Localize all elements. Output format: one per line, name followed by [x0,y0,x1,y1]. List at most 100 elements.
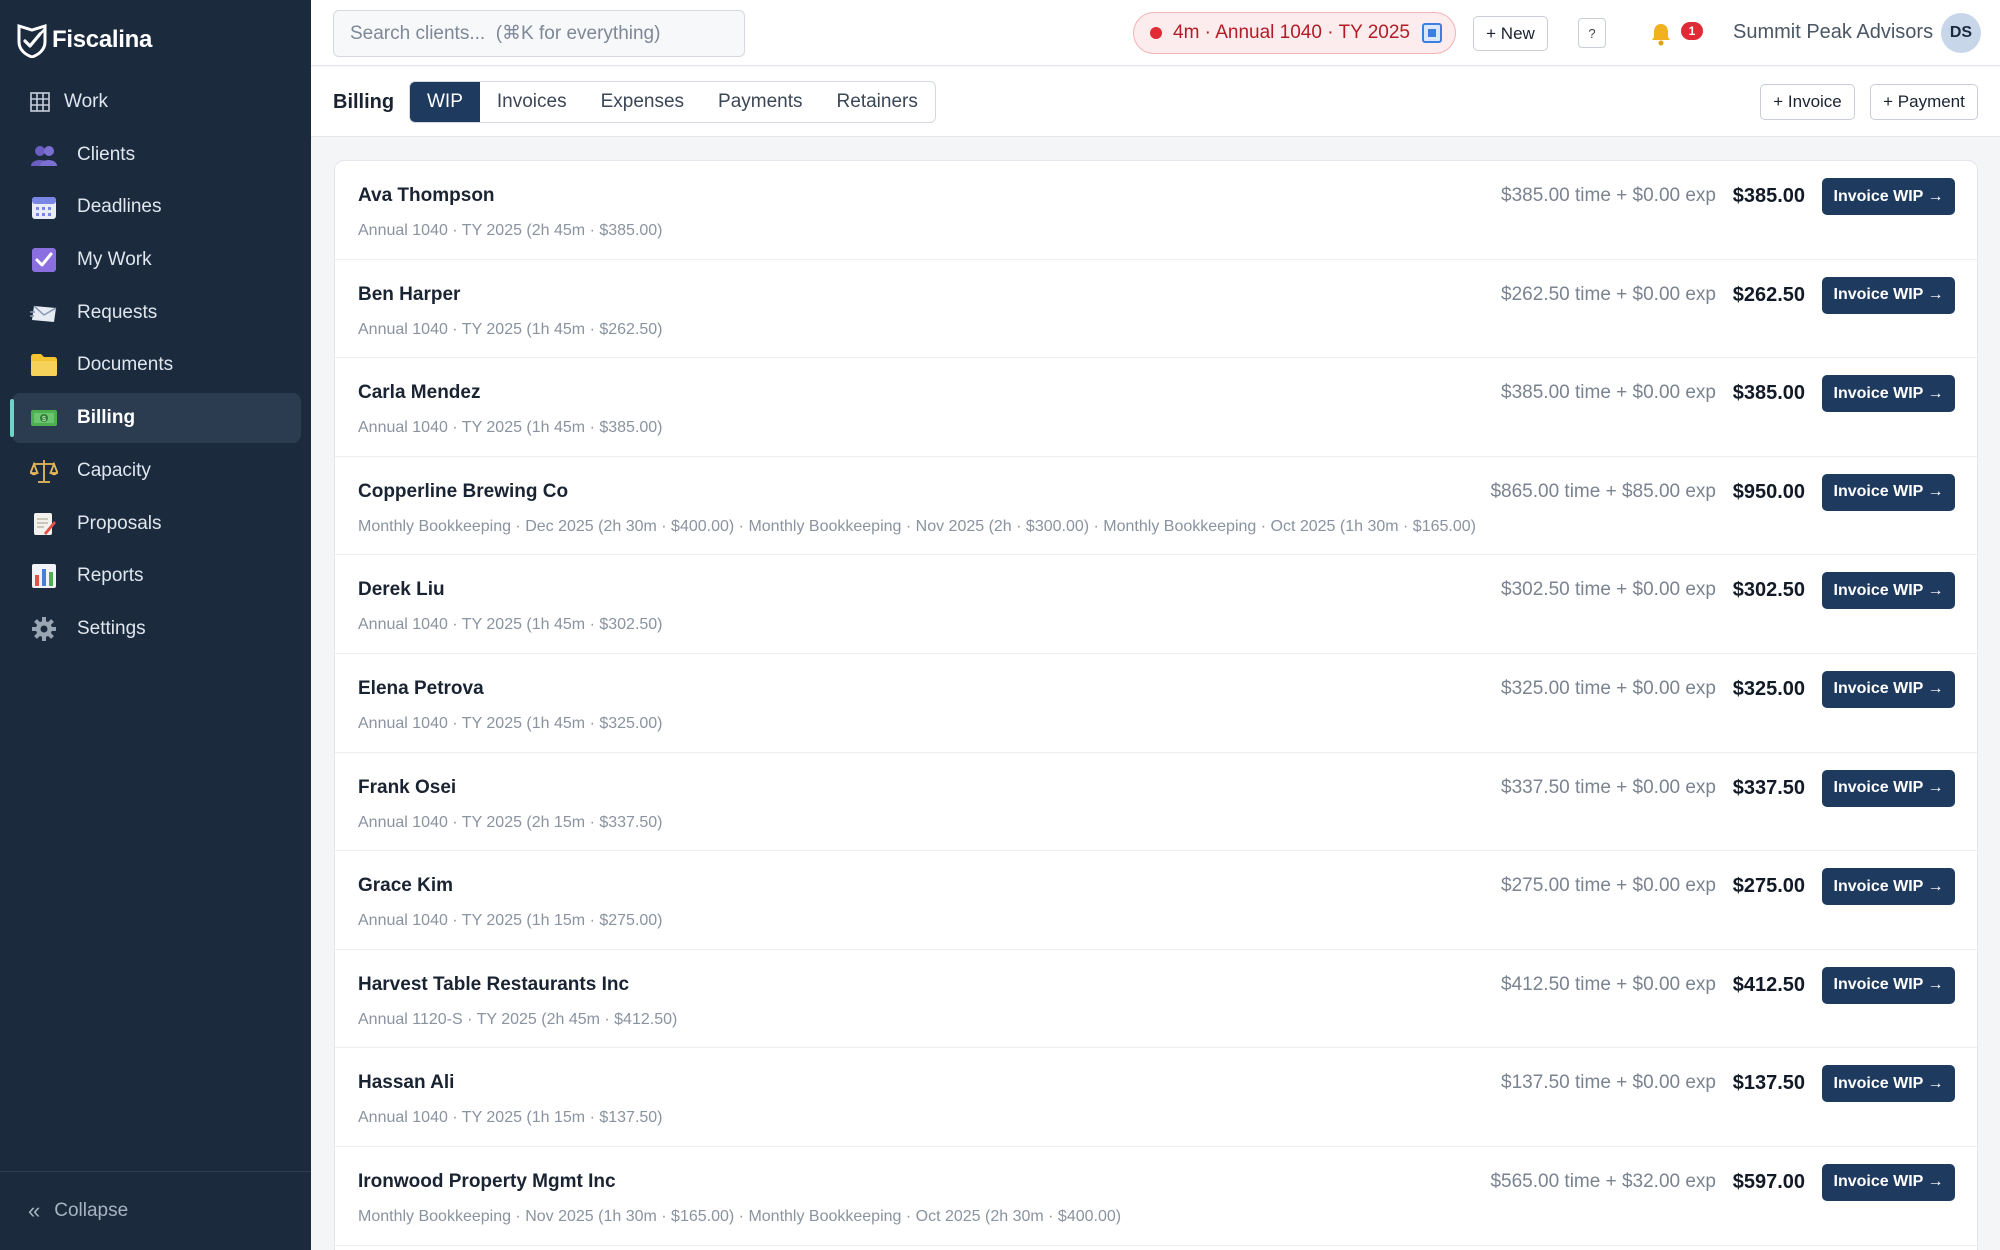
wip-total: $262.50 [1732,283,1805,306]
wip-breakdown: $302.50 time + $0.00 exp [1501,579,1716,601]
sidebar-item-label: Proposals [77,512,162,534]
bell-icon[interactable] [1650,22,1672,46]
wip-detail: Annual 1040 · TY 2025 (2h 15m · $337.50) [358,813,663,831]
invoice-wip-button[interactable]: Invoice WIP → [1822,1163,1955,1201]
client-name[interactable]: Derek Liu [358,579,445,601]
brand[interactable]: Fiscalina [16,20,152,60]
wip-total: $325.00 [1732,677,1805,700]
wip-breakdown: $337.50 time + $0.00 exp [1501,776,1716,798]
list-item: Derek Liu Annual 1040 · TY 2025 (1h 45m … [335,555,1977,654]
wip-breakdown: $262.50 time + $0.00 exp [1501,283,1716,305]
tab-payments[interactable]: Payments [701,82,819,122]
client-name[interactable]: Copperline Brewing Co [358,481,568,503]
wip-total: $385.00 [1732,185,1805,207]
list-item: Ironwood Property Mgmt Inc Monthly Bookk… [335,1147,1977,1246]
sidebar-item-billing[interactable]: $ Billing [10,393,301,444]
wip-breakdown: $275.00 time + $0.00 exp [1501,875,1716,897]
sidebar-item-label: Settings [77,617,146,639]
add-payment-button[interactable]: + Payment [1870,84,1978,120]
sidebar-item-label: Reports [77,565,144,587]
sidebar-nav: Work Clients Deadlines My Work Requests [0,77,311,657]
wip-total: $412.50 [1732,973,1805,996]
client-name[interactable]: Ben Harper [358,284,460,306]
wip-total: $302.50 [1732,579,1805,602]
tab-retainers[interactable]: Retainers [820,82,935,122]
logo-icon [17,23,47,58]
sidebar-item-my-work[interactable]: My Work [12,235,301,285]
invoice-wip-button[interactable]: Invoice WIP → [1822,670,1955,708]
sidebar-item-proposals[interactable]: Proposals [12,499,301,549]
wip-detail: Annual 1040 · TY 2025 (1h 15m · $137.50) [358,1109,663,1127]
tab-expenses[interactable]: Expenses [584,82,701,122]
wip-list: Ava Thompson Annual 1040 · TY 2025 (2h 4… [334,160,1978,1250]
wip-breakdown: $137.50 time + $0.00 exp [1501,1072,1716,1094]
invoice-wip-button[interactable]: Invoice WIP → [1822,1065,1955,1103]
list-item: Frank Osei Annual 1040 · TY 2025 (2h 15m… [335,753,1977,852]
invoice-wip-button[interactable]: Invoice WIP → [1822,769,1955,807]
wip-breakdown: $565.00 time + $32.00 exp [1490,1170,1716,1192]
wip-total: $137.50 [1732,1072,1805,1095]
sidebar: Fiscalina Work Clients Deadlines My Work [0,0,311,1250]
sidebar-item-label: Deadlines [77,196,162,218]
sidebar-item-clients[interactable]: Clients [12,130,301,180]
client-name[interactable]: Harvest Table Restaurants Inc [358,974,629,996]
new-button[interactable]: + New [1473,16,1548,51]
money-icon: $ [30,404,58,432]
sidebar-item-label: Billing [77,407,136,429]
add-invoice-button[interactable]: + Invoice [1760,84,1855,120]
wip-breakdown: $385.00 time + $0.00 exp [1501,185,1716,206]
wip-total: $385.00 [1732,382,1805,405]
wip-detail: Annual 1040 · TY 2025 (1h 45m · $385.00) [358,419,663,437]
sidebar-item-work[interactable]: Work [12,77,301,127]
wip-detail: Annual 1040 · TY 2025 (1h 45m · $325.00) [358,714,663,732]
sidebar-item-label: My Work [77,249,152,271]
scales-icon [30,457,58,485]
wip-detail: Annual 1040 · TY 2025 (1h 15m · $275.00) [358,912,663,930]
organization-name[interactable]: Summit Peak Advisors [1733,21,1933,44]
search-input[interactable] [333,10,745,57]
wip-breakdown: $385.00 time + $0.00 exp [1501,382,1716,404]
avatar[interactable]: DS [1941,13,1981,53]
gear-icon [30,615,58,643]
tab-wip[interactable]: WIP [410,82,480,122]
invoice-wip-button[interactable]: Invoice WIP → [1822,966,1955,1004]
sidebar-item-label: Requests [77,301,158,323]
sidebar-item-deadlines[interactable]: Deadlines [12,182,301,232]
billing-toolbar: Billing WIP Invoices Expenses Payments R… [311,67,2000,137]
client-name[interactable]: Grace Kim [358,875,453,897]
wip-detail: Annual 1040 · TY 2025 (1h 45m · $302.50) [358,616,663,634]
people-icon [30,141,58,169]
tab-invoices[interactable]: Invoices [480,82,584,122]
wip-detail: Monthly Bookkeeping · Nov 2025 (1h 30m ·… [358,1207,1122,1225]
invoice-wip-button[interactable]: Invoice WIP → [1822,572,1955,610]
client-name[interactable]: Hassan Ali [358,1072,454,1094]
active-timer[interactable]: 4m · Annual 1040 · TY 2025 [1133,12,1456,54]
help-button[interactable]: ? [1578,18,1606,48]
brand-name: Fiscalina [52,26,153,53]
sidebar-item-label: Work [64,91,108,112]
wip-breakdown: $325.00 time + $0.00 exp [1501,677,1716,699]
collapse-button[interactable]: « Collapse [0,1171,311,1250]
notification-badge: 1 [1681,22,1703,40]
sidebar-item-documents[interactable]: Documents [12,340,301,390]
page-title: Billing [333,91,395,113]
client-name[interactable]: Ava Thompson [358,185,495,207]
list-item: Carla Mendez Annual 1040 · TY 2025 (1h 4… [335,358,1977,457]
invoice-wip-button[interactable]: Invoice WIP → [1822,178,1955,215]
sidebar-item-reports[interactable]: Reports [12,551,301,601]
sidebar-item-settings[interactable]: Settings [12,604,301,654]
wip-detail: Annual 1040 · TY 2025 (1h 45m · $262.50) [358,320,663,338]
timer-text: 4m · Annual 1040 · TY 2025 [1173,22,1410,43]
stop-timer-icon[interactable] [1421,23,1442,43]
sidebar-item-requests[interactable]: Requests [12,288,301,338]
client-name[interactable]: Carla Mendez [358,382,480,404]
invoice-wip-button[interactable]: Invoice WIP → [1822,375,1955,413]
sidebar-item-capacity[interactable]: Capacity [12,446,301,496]
client-name[interactable]: Ironwood Property Mgmt Inc [358,1171,616,1193]
client-name[interactable]: Elena Petrova [358,678,484,700]
billing-tabs: WIP Invoices Expenses Payments Retainers [409,81,936,123]
client-name[interactable]: Frank Osei [358,777,456,799]
invoice-wip-button[interactable]: Invoice WIP → [1822,868,1955,906]
invoice-wip-button[interactable]: Invoice WIP → [1822,473,1955,511]
invoice-wip-button[interactable]: Invoice WIP → [1822,276,1955,314]
